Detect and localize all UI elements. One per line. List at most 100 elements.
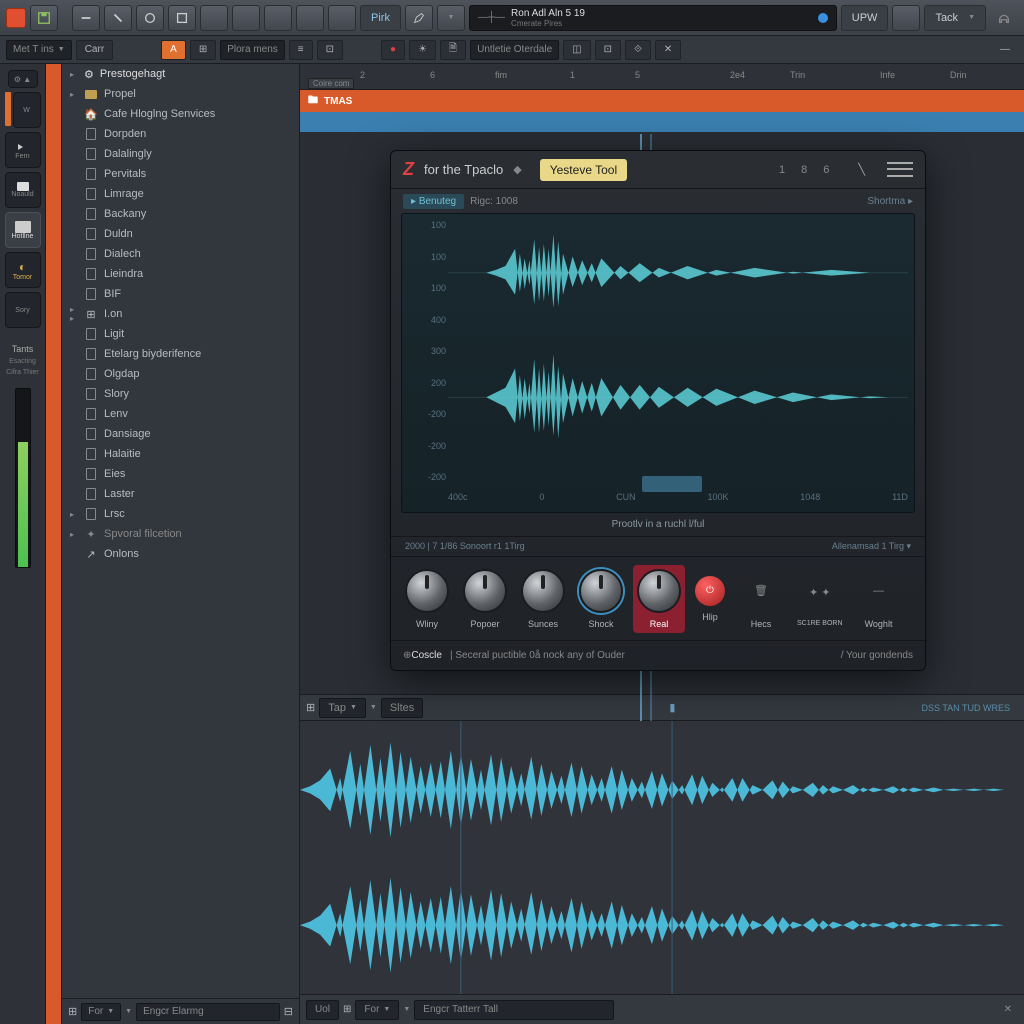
browser-item[interactable]: Etelarg biyderifence [62, 344, 299, 364]
bottom-playhead-marker[interactable]: ▮ [669, 701, 675, 714]
sec-icon-b[interactable]: ⊡ [595, 40, 621, 60]
browser-item[interactable]: 🏠Cafe Hloglng Senvices [62, 104, 299, 124]
rail-btn-4[interactable]: Hotllne [5, 212, 41, 248]
sec-small-1[interactable]: ≡ [289, 40, 313, 60]
browser-item[interactable]: Duldn [62, 224, 299, 244]
knob-hlip[interactable]: ⏻Hlip [695, 576, 725, 622]
plugin-footer-icon[interactable]: ⊕ [403, 650, 411, 661]
tool-btn-6[interactable] [232, 5, 260, 31]
plugin-num-1[interactable]: 1 [774, 162, 790, 178]
tool-btn-4[interactable] [168, 5, 196, 31]
footer-icon[interactable]: ⊞ [68, 1005, 77, 1018]
status-icon[interactable]: ⊞ [343, 1004, 351, 1015]
plugin-tool-badge[interactable]: Yesteve Tool [540, 159, 627, 181]
save-icon[interactable] [30, 5, 58, 31]
browser-item[interactable]: Dansiage [62, 424, 299, 444]
tack-button[interactable]: Tack▼ [924, 5, 986, 31]
plugin-footer-right[interactable]: / Your gondends [841, 650, 913, 661]
headphones-icon[interactable] [990, 5, 1018, 31]
status-uol[interactable]: Uol [306, 1000, 339, 1020]
status-for[interactable]: For ▼ [355, 1000, 399, 1020]
chevron-down-icon[interactable]: ▼ [370, 704, 377, 711]
status-enger[interactable]: Engcr Tatterr Tall [414, 1000, 614, 1020]
plugin-num-2[interactable]: 8 [796, 162, 812, 178]
bottom-tap-field[interactable]: Tap ▼ [319, 698, 366, 718]
knob-shock[interactable]: Shock [579, 569, 623, 629]
bottom-waveform[interactable] [300, 721, 1024, 994]
plugin-sub-right[interactable]: Shortma ▸ [867, 196, 913, 207]
browser-item[interactable]: ▸✦Spvoral filcetion [62, 524, 299, 544]
browser-item[interactable]: Lieindra [62, 264, 299, 284]
browser-item[interactable]: Pervitals [62, 164, 299, 184]
browser-item[interactable]: Laster [62, 484, 299, 504]
rail-btn-5[interactable]: ◐Tomor [5, 252, 41, 288]
footer-enger-field[interactable]: Engcr Elarmg [136, 1003, 280, 1021]
knob-wliny[interactable]: Wliny [405, 569, 449, 629]
sec-pref-field[interactable]: Plora mens [220, 40, 285, 60]
pencil-icon[interactable] [405, 5, 433, 31]
browser-item[interactable]: Dalalingly [62, 144, 299, 164]
browser-item[interactable]: Dialech [62, 244, 299, 264]
wave-highlight[interactable] [642, 476, 702, 492]
sec-icon-a[interactable]: ◫ [563, 40, 590, 60]
sec-file-icon[interactable]: 🗎 [440, 40, 466, 60]
knob-scire[interactable]: ✦ ✦SC1RE BORN [797, 570, 843, 627]
tool-btn-9[interactable] [328, 5, 356, 31]
browser-item[interactable]: Dorpden [62, 124, 299, 144]
record-icon[interactable]: ● [381, 40, 405, 60]
minimize-icon[interactable]: — [992, 40, 1018, 60]
browser-header[interactable]: ▸⚙ Prestogehagt [62, 64, 299, 84]
plugin-footer-coscle[interactable]: Coscle [411, 650, 442, 661]
tool-btn-3[interactable] [136, 5, 164, 31]
hamburger-icon[interactable] [887, 160, 913, 180]
track-clip[interactable] [300, 112, 1024, 132]
tempo-display[interactable]: —┼— Ron Adl Aln 5 19 Cmerate Pires [469, 5, 837, 31]
bottom-icon-1[interactable]: ⊞ [306, 701, 315, 714]
knob-hecs[interactable]: 🗑Hecs [739, 569, 783, 629]
knob-woghlt[interactable]: —Woghlt [857, 569, 901, 629]
plugin-chevron-icon[interactable]: ◆ [513, 163, 521, 176]
plugin-num-3[interactable]: 6 [818, 162, 834, 178]
rail-btn-2[interactable]: Fern [5, 132, 41, 168]
sec-pref[interactable]: Carr [76, 40, 113, 60]
tool-btn-1[interactable] [72, 5, 100, 31]
track-area[interactable]: 🖿TMAS Z for the Tpaclo ◆ Yesteve Tool 1 … [300, 90, 1024, 694]
sec-orange-btn[interactable]: A [161, 40, 186, 60]
plugin-wave-area[interactable]: 100100100400300200-200-200-200 400c0CUN1… [401, 213, 915, 513]
footer-for-field[interactable]: For ▼ [81, 1003, 121, 1021]
project-name-field[interactable]: Untletie Oterdale [470, 40, 559, 60]
tool-btn-5[interactable] [200, 5, 228, 31]
track-header[interactable]: 🖿TMAS [300, 90, 1024, 112]
plugin-header[interactable]: Z for the Tpaclo ◆ Yesteve Tool 1 8 6 ╲ [391, 151, 925, 189]
sec-icon-btn[interactable]: ⊞ [190, 40, 216, 60]
browser-item[interactable]: Limrage [62, 184, 299, 204]
browser-item[interactable]: ▸ ▸⊞I.on [62, 304, 299, 324]
sec-icon-c[interactable]: ⟐ [625, 40, 651, 60]
pink-pill[interactable]: Pirk [360, 5, 401, 31]
browser-item[interactable]: Ligit [62, 324, 299, 344]
browser-item[interactable]: Lenv [62, 404, 299, 424]
rail-btn-0[interactable]: ⚙ ▲ [8, 70, 38, 88]
knob-popoer[interactable]: Popoer [463, 569, 507, 629]
browser-item[interactable]: Olgdap [62, 364, 299, 384]
browser-item[interactable]: ▸Lrsc [62, 504, 299, 524]
status-close-icon[interactable]: ✕ [1004, 1004, 1012, 1015]
footer-icon-right[interactable]: ⊟ [284, 1005, 293, 1018]
dropdown-icon[interactable]: ▼ [437, 5, 465, 31]
browser-item[interactable]: BIF [62, 284, 299, 304]
plugin-sub-pill[interactable]: ▸ Benuteg [403, 194, 464, 209]
browser-item[interactable]: Eies [62, 464, 299, 484]
sec-icon-d[interactable]: ✕ [655, 40, 681, 60]
chevron-down-icon[interactable]: ▼ [403, 1006, 410, 1013]
sec-small-2[interactable]: ⊡ [317, 40, 343, 60]
browser-item[interactable]: Slory [62, 384, 299, 404]
knob-sunces[interactable]: Sunces [521, 569, 565, 629]
browser-item[interactable]: ▸Propel [62, 84, 299, 104]
knob-info-right[interactable]: Allenamsad 1 Tirg ▾ [832, 541, 911, 552]
rail-btn-3[interactable]: Noauld [5, 172, 41, 208]
browser-item[interactable]: Backany [62, 204, 299, 224]
rail-btn-1[interactable]: W [13, 92, 41, 128]
close-icon[interactable] [6, 8, 26, 28]
browser-item[interactable]: ↗Onlons [62, 544, 299, 564]
box-icon[interactable] [892, 5, 920, 31]
